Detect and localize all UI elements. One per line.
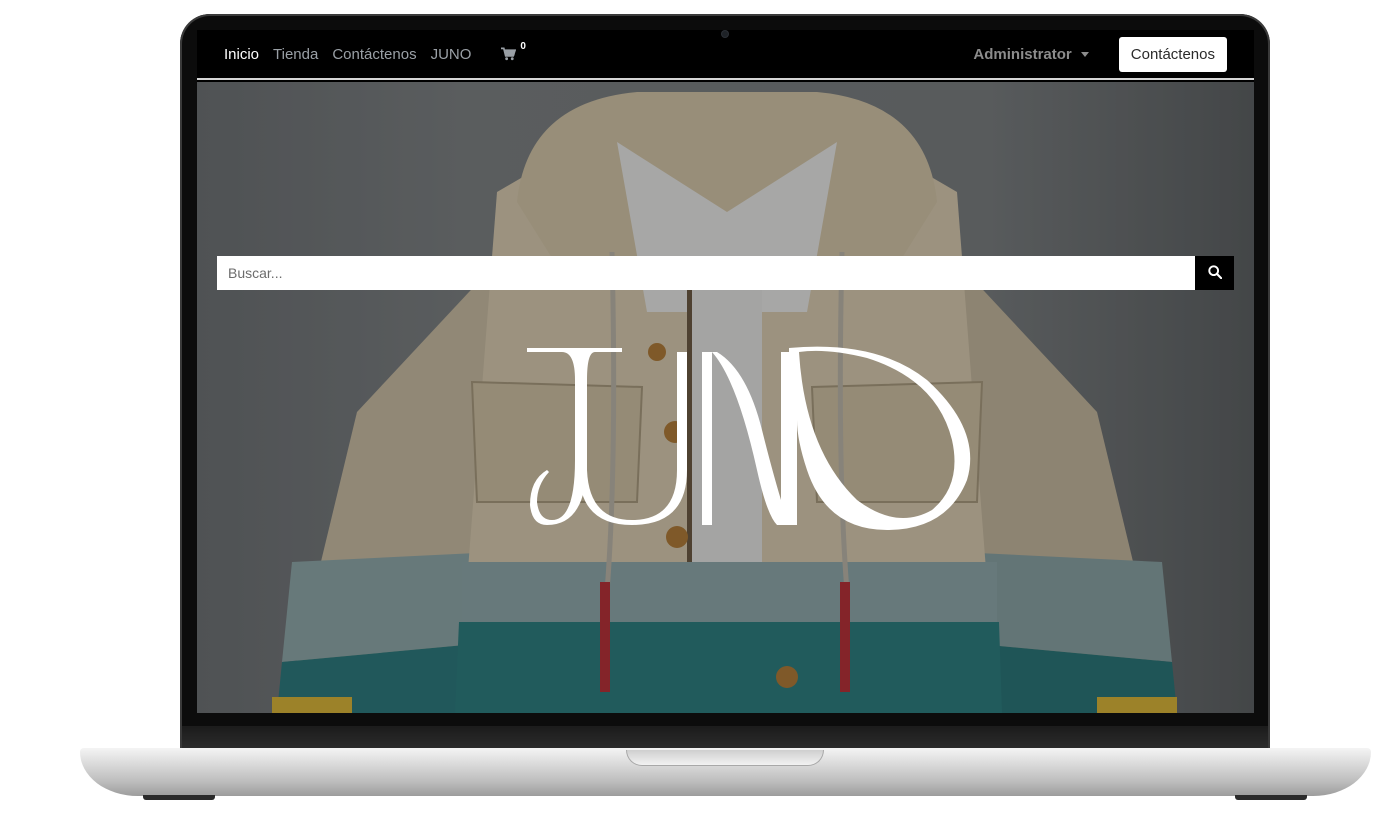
search-button[interactable] [1195,256,1234,290]
laptop-notch [626,750,824,766]
laptop-screen: Inicio Tienda Contáctenos JUNO 0 Adminis… [197,30,1254,713]
magnifier-icon [1207,264,1222,282]
laptop-hinge [182,726,1268,750]
nav-link-juno[interactable]: JUNO [431,46,472,63]
camera-icon [722,31,728,37]
laptop-foot-right [1235,795,1307,800]
cart-link[interactable]: 0 [501,40,526,66]
nav-link-tienda[interactable]: Tienda [273,46,318,63]
nav-link-inicio[interactable]: Inicio [224,46,259,63]
nav-link-contactenos[interactable]: Contáctenos [332,46,416,63]
juno-logo [527,340,987,535]
shopping-cart-icon [501,43,517,66]
search-input[interactable] [217,256,1195,290]
cart-count-badge: 0 [520,40,526,52]
laptop-foot-left [143,795,215,800]
user-menu-label: Administrator [973,45,1072,63]
caret-down-icon [1080,51,1089,57]
user-menu-dropdown[interactable]: Administrator [973,45,1089,63]
hero-banner [197,82,1254,713]
navbar: Inicio Tienda Contáctenos JUNO 0 Adminis… [197,30,1254,80]
contact-button[interactable]: Contáctenos [1118,36,1227,72]
search-form [217,256,1234,290]
